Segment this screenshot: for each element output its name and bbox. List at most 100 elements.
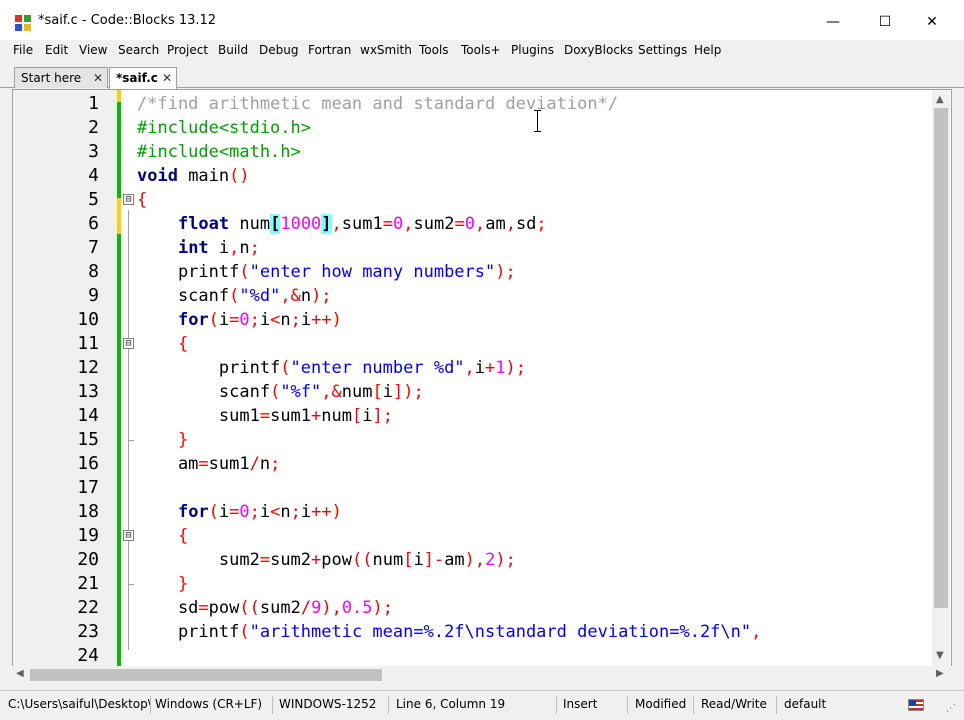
status-divider — [556, 696, 557, 714]
vertical-scrollbar[interactable]: ▲ ▼ — [932, 90, 950, 666]
line-number: 23 — [77, 621, 99, 642]
fold-collapse-icon[interactable]: ⊟ — [123, 530, 134, 541]
code-editor[interactable]: 1 2 3 4 5 6 7 8 9 10 11 12 13 14 15 16 1… — [12, 89, 952, 667]
menu-debug[interactable]: Debug — [259, 43, 298, 57]
line-number: 9 — [88, 285, 99, 306]
code-token: ), — [464, 550, 486, 570]
code-token: am — [485, 214, 506, 234]
code-line[interactable]: printf("enter number %d",i+1); — [137, 356, 526, 380]
code-token: sum2 — [137, 550, 260, 570]
horizontal-scroll-thumb[interactable] — [30, 669, 382, 681]
menu-doxyblocks[interactable]: DoxyBlocks — [564, 43, 633, 57]
keyboard-language-flag-icon[interactable] — [908, 699, 924, 711]
code-line[interactable]: float num[1000],sum1=0,sum2=0,am,sd; — [137, 212, 547, 236]
code-token: / — [249, 454, 260, 474]
fold-end-mark — [128, 440, 134, 441]
code-line[interactable]: printf("enter how many numbers"); — [137, 260, 516, 284]
code-token: i — [218, 502, 230, 522]
vertical-scroll-thumb[interactable] — [934, 108, 948, 608]
code-token: am — [444, 550, 465, 570]
scroll-left-arrow-icon[interactable]: ◀ — [16, 668, 24, 679]
menu-tools[interactable]: Tools — [419, 43, 449, 57]
menu-file[interactable]: File — [13, 43, 33, 57]
close-window-button[interactable]: ✕ — [917, 8, 947, 36]
code-token: { — [177, 334, 189, 354]
code-token: ,& — [321, 382, 342, 402]
code-token: ; — [270, 454, 281, 474]
code-token: , — [505, 214, 516, 234]
line-number: 11 — [77, 333, 99, 354]
code-line[interactable]: sum1=sum1+num[i]; — [137, 404, 393, 428]
code-token: (( — [239, 598, 260, 618]
line-number: 15 — [77, 429, 99, 450]
scroll-right-arrow-icon[interactable]: ▶ — [936, 668, 944, 679]
code-token: , — [474, 214, 486, 234]
menu-project[interactable]: Project — [167, 43, 208, 57]
fold-collapse-icon[interactable]: ⊟ — [123, 338, 134, 349]
code-token: sum1 — [341, 214, 383, 234]
code-token: printf — [137, 622, 240, 642]
menu-edit[interactable]: Edit — [45, 43, 68, 57]
menu-help[interactable]: Help — [694, 43, 721, 57]
close-icon[interactable]: ✕ — [93, 71, 103, 85]
fold-collapse-icon[interactable]: ⊟ — [123, 194, 134, 205]
code-token: sd — [137, 598, 199, 618]
close-icon[interactable]: ✕ — [162, 71, 172, 85]
code-line[interactable]: scanf("%d",&n); — [137, 284, 332, 308]
code-line[interactable]: for(i=0;i<n;i++) — [137, 308, 342, 332]
menu-settings[interactable]: Settings — [638, 43, 687, 57]
codeblocks-app-icon[interactable] — [14, 14, 32, 32]
menu-tools-plus[interactable]: Tools+ — [461, 43, 501, 57]
menu-wxsmith[interactable]: wxSmith — [360, 43, 412, 57]
line-number: 4 — [88, 165, 99, 186]
scroll-up-arrow-icon[interactable]: ▲ — [936, 94, 944, 105]
code-token: + — [311, 550, 322, 570]
code-token: ( — [239, 622, 250, 642]
minimize-button[interactable]: — — [818, 8, 848, 36]
code-line[interactable]: void main() — [137, 164, 250, 188]
code-line[interactable]: } — [137, 572, 188, 596]
resize-grip-icon[interactable]: ⋰ — [946, 703, 956, 714]
code-line[interactable]: am=sum1/n; — [137, 452, 280, 476]
code-line[interactable]: { — [137, 332, 188, 356]
code-line[interactable]: sum2=sum2+pow((num[i]-am),2); — [137, 548, 516, 572]
menu-build[interactable]: Build — [218, 43, 248, 57]
code-line[interactable]: #include<stdio.h> — [137, 116, 311, 140]
code-line[interactable]: { — [137, 524, 188, 548]
line-number: 20 — [77, 549, 99, 570]
menu-plugins[interactable]: Plugins — [511, 43, 554, 57]
code-line[interactable]: scanf("%f",&num[i]); — [137, 380, 424, 404]
code-line[interactable]: int i,n; — [137, 236, 260, 260]
status-access: Read/Write — [701, 697, 767, 711]
code-line[interactable]: printf("arithmetic mean=%.2f\nstandard d… — [137, 620, 761, 644]
scroll-down-arrow-icon[interactable]: ▼ — [936, 650, 944, 661]
horizontal-scrollbar[interactable]: ◀ ▶ — [12, 666, 952, 684]
code-token: #include<math.h> — [137, 142, 301, 162]
code-token: n — [259, 454, 271, 474]
code-line[interactable]: /*find arithmetic mean and standard devi… — [137, 92, 618, 116]
code-token: 0.5 — [341, 598, 373, 618]
code-line[interactable]: for(i=0;i<n;i++) — [137, 500, 342, 524]
code-token: n — [300, 286, 312, 306]
code-line[interactable]: } — [137, 428, 188, 452]
code-line[interactable]: #include<math.h> — [137, 140, 301, 164]
window-title: *saif.c - Code::Blocks 13.12 — [38, 13, 217, 28]
menu-fortran[interactable]: Fortran — [308, 43, 351, 57]
tab-start-here[interactable]: Start here ✕ — [14, 67, 108, 88]
code-line[interactable]: sd=pow((sum2/9),0.5); — [137, 596, 393, 620]
code-token: ; — [249, 238, 260, 258]
menu-search[interactable]: Search — [118, 43, 159, 57]
maximize-button[interactable]: ☐ — [870, 8, 900, 36]
status-bar: C:\Users\saiful\Desktop\sa Windows (CR+L… — [0, 690, 964, 720]
code-token: "%f" — [280, 382, 322, 402]
code-token: void — [137, 166, 178, 186]
minimize-icon: — — [826, 14, 840, 30]
code-token: am — [137, 454, 199, 474]
code-line[interactable]: { — [137, 188, 147, 212]
code-token: = — [198, 598, 209, 618]
line-number: 14 — [77, 405, 99, 426]
menu-view[interactable]: View — [79, 43, 107, 57]
tab-saif-c[interactable]: *saif.c ✕ — [109, 67, 177, 89]
